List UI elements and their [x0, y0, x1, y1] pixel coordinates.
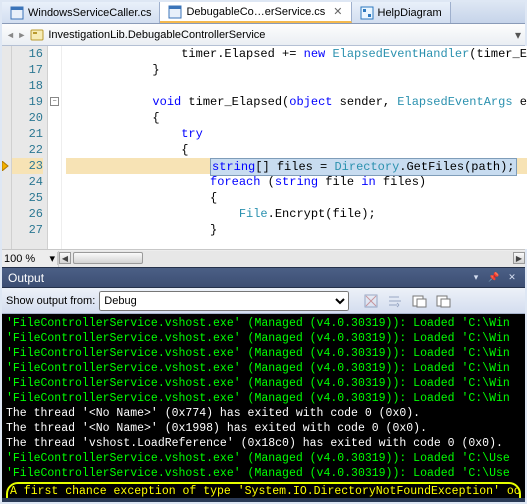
zoom-dropdown[interactable]: 100 % ▾: [2, 252, 58, 265]
class-icon: [30, 28, 44, 42]
scroll-thumb[interactable]: [73, 252, 143, 264]
tab-label: DebugableCo…erService.cs: [186, 6, 325, 18]
code-line[interactable]: {: [66, 142, 527, 158]
collapse-toggle[interactable]: −: [50, 97, 59, 106]
output-line: A first chance exception of type 'System…: [10, 484, 517, 498]
code-line[interactable]: }: [66, 62, 527, 78]
chevron-down-icon[interactable]: ▾: [515, 28, 521, 42]
code-line[interactable]: {: [66, 110, 527, 126]
tab-help-diagram[interactable]: HelpDiagram: [352, 2, 451, 23]
code-line[interactable]: }: [66, 222, 527, 238]
nav-back-forward[interactable]: ◄ ►: [6, 30, 26, 40]
pin-icon[interactable]: 📌: [487, 271, 501, 285]
type-member-navbar: ◄ ► InvestigationLib.DebugableController…: [2, 24, 525, 46]
indicator-margin: [2, 46, 12, 249]
type-dropdown[interactable]: InvestigationLib.DebugableControllerServ…: [48, 29, 265, 41]
output-toolbar: Show output from: Debug: [2, 288, 525, 314]
code-line[interactable]: try: [66, 126, 527, 142]
close-icon[interactable]: ✕: [505, 271, 519, 285]
output-source-dropdown[interactable]: Debug: [99, 291, 349, 311]
code-line[interactable]: timer.Elapsed += new ElapsedEventHandler…: [66, 46, 527, 62]
tab-windows-service-caller[interactable]: WindowsServiceCaller.cs: [2, 2, 160, 23]
output-line: 'FileControllerService.vshost.exe' (Mana…: [6, 361, 521, 376]
code-surface[interactable]: timer.Elapsed += new ElapsedEventHandler…: [62, 46, 527, 249]
output-line: The thread '<No Name>' (0x1998) has exit…: [6, 421, 521, 436]
exception-callout: A first chance exception of type 'System…: [6, 482, 521, 498]
csharp-file-icon: [10, 6, 24, 20]
code-editor[interactable]: 161718192021222324252627 − timer.Elapsed…: [2, 46, 527, 249]
editor-footer: 100 % ▾ ◀ ▶: [2, 249, 525, 267]
scroll-left-icon[interactable]: ◀: [59, 252, 71, 264]
scroll-right-icon[interactable]: ▶: [513, 252, 525, 264]
zoom-value: 100 %: [4, 253, 35, 265]
close-icon[interactable]: ✕: [333, 5, 342, 18]
code-line[interactable]: string[] files = Directory.GetFiles(path…: [66, 158, 527, 174]
tab-debugable-controller-service[interactable]: DebugableCo…erService.cs ✕: [160, 2, 351, 23]
panel-title: Output: [8, 271, 44, 285]
find-message-button[interactable]: [409, 291, 429, 311]
window-position-icon[interactable]: ▾: [469, 271, 483, 285]
code-line[interactable]: void timer_Elapsed(object sender, Elapse…: [66, 94, 527, 110]
chevron-down-icon: ▾: [49, 252, 55, 265]
tab-label: HelpDiagram: [378, 7, 442, 19]
line-number-gutter: 161718192021222324252627: [12, 46, 48, 249]
output-line: 'FileControllerService.vshost.exe' (Mana…: [6, 376, 521, 391]
output-line: 'FileControllerService.vshost.exe' (Mana…: [6, 346, 521, 361]
code-line[interactable]: foreach (string file in files): [66, 174, 527, 190]
output-console[interactable]: 'FileControllerService.vshost.exe' (Mana…: [2, 314, 525, 498]
code-line[interactable]: [66, 78, 527, 94]
output-line: 'FileControllerService.vshost.exe' (Mana…: [6, 331, 521, 346]
diagram-file-icon: [360, 6, 374, 20]
csharp-file-icon: [168, 5, 182, 19]
output-line: 'FileControllerService.vshost.exe' (Mana…: [6, 466, 521, 481]
outlining-margin[interactable]: −: [48, 46, 62, 249]
toggle-word-wrap-button[interactable]: [385, 291, 405, 311]
clear-all-button[interactable]: [361, 291, 381, 311]
code-line[interactable]: File.Encrypt(file);: [66, 206, 527, 222]
goto-source-button[interactable]: [433, 291, 453, 311]
tab-label: WindowsServiceCaller.cs: [28, 7, 151, 19]
output-line: The thread '<No Name>' (0x774) has exite…: [6, 406, 521, 421]
output-line: The thread 'vshost.LoadReference' (0x18c…: [6, 436, 521, 451]
editor-horizontal-scrollbar[interactable]: ◀ ▶: [58, 251, 525, 267]
output-line: 'FileControllerService.vshost.exe' (Mana…: [6, 391, 521, 406]
show-output-from-label: Show output from:: [6, 295, 95, 307]
output-line: 'FileControllerService.vshost.exe' (Mana…: [6, 451, 521, 466]
file-tabstrip: WindowsServiceCaller.cs DebugableCo…erSe…: [2, 2, 525, 24]
output-line: 'FileControllerService.vshost.exe' (Mana…: [6, 316, 521, 331]
code-editor-area: 161718192021222324252627 − timer.Elapsed…: [2, 46, 525, 249]
code-line[interactable]: {: [66, 190, 527, 206]
output-panel-header[interactable]: Output ▾ 📌 ✕: [2, 267, 525, 288]
